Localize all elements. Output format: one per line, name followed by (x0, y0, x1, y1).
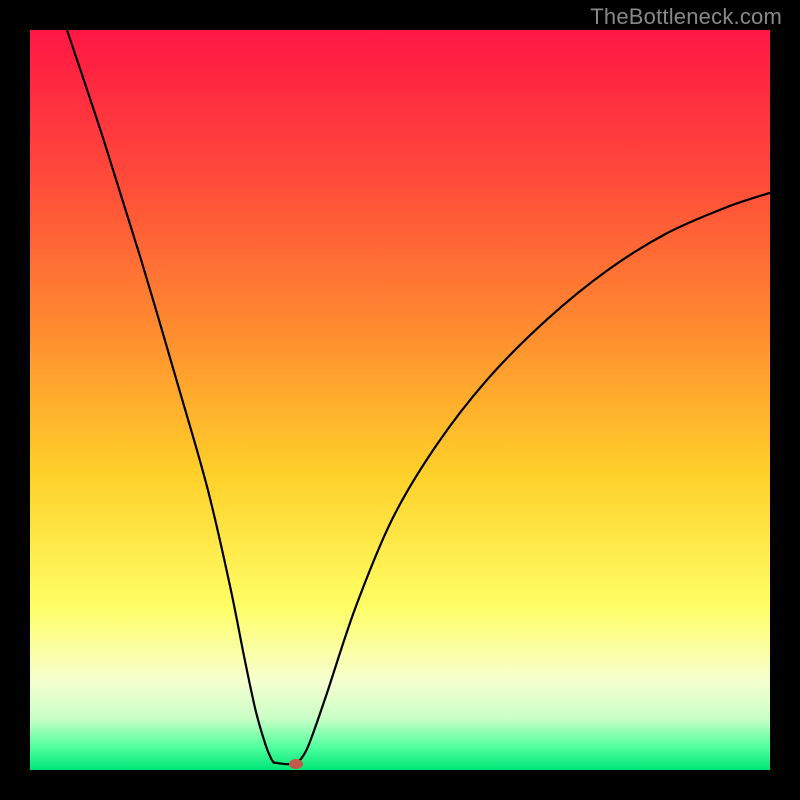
optimal-point-marker (289, 759, 303, 769)
bottleneck-curve (30, 30, 770, 770)
watermark-text: TheBottleneck.com (590, 4, 782, 30)
plot-area (30, 30, 770, 770)
chart-frame: TheBottleneck.com (0, 0, 800, 800)
